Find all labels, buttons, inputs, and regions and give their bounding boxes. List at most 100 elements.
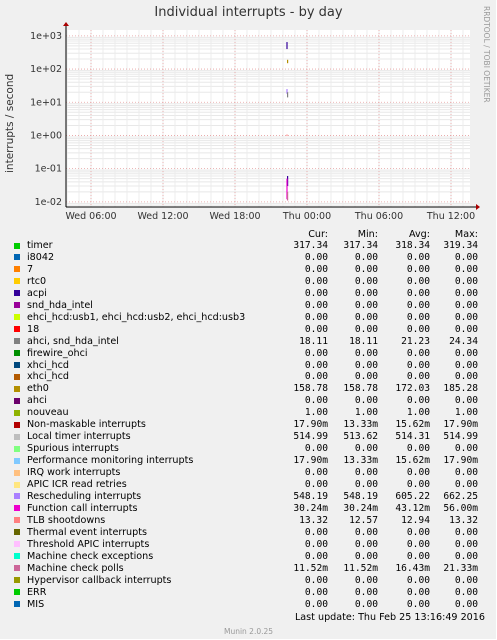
legend-value: 0.00 xyxy=(354,347,378,359)
legend-swatch xyxy=(14,314,20,321)
legend-value: 0.00 xyxy=(454,538,478,550)
legend-series-name: ahci, snd_hda_intel xyxy=(27,335,119,347)
legend-value: 0.00 xyxy=(406,443,430,455)
legend-series-name: rtc0 xyxy=(27,275,47,287)
legend-value: 662.25 xyxy=(443,490,478,502)
legend-swatch xyxy=(14,457,20,464)
legend-series-name: snd_hda_intel xyxy=(27,299,93,311)
legend-value: 0.00 xyxy=(304,275,328,287)
y-tick-label: 1e+03 xyxy=(30,31,62,42)
legend-value: 13.33m xyxy=(343,455,378,467)
legend-value: 0.00 xyxy=(406,323,430,335)
legend-value: 0.00 xyxy=(454,467,478,479)
legend-swatch xyxy=(14,254,20,261)
legend-value: 0.00 xyxy=(354,263,378,275)
legend-series-name: ehci_hcd:usb1, ehci_hcd:usb2, ehci_hcd:u… xyxy=(27,311,246,323)
legend-swatch xyxy=(14,565,20,572)
legend-series-name: xhci_hcd xyxy=(27,359,69,371)
legend-value: 17.90m xyxy=(443,419,478,431)
legend-value: 317.34 xyxy=(293,240,328,251)
legend-swatch xyxy=(14,338,20,345)
legend-value: 1.00 xyxy=(406,407,430,419)
legend-swatch xyxy=(14,553,20,560)
y-tick-label: 1e-02 xyxy=(35,197,62,208)
legend-series-name: Thermal event interrupts xyxy=(27,526,147,538)
legend-value: 0.00 xyxy=(304,323,328,335)
legend-value: 0.00 xyxy=(354,371,378,383)
legend-value: 185.28 xyxy=(443,383,478,395)
legend-value: 11.52m xyxy=(343,562,378,574)
legend-value: 0.00 xyxy=(454,586,478,598)
legend-value: 0.00 xyxy=(454,550,478,562)
legend-value: 0.00 xyxy=(354,574,378,586)
legend-value: 21.33m xyxy=(443,562,478,574)
legend-value: 0.00 xyxy=(304,550,328,562)
legend-swatch xyxy=(14,577,20,584)
legend-value: 15.62m xyxy=(395,455,430,467)
legend-series-name: ahci xyxy=(27,395,47,407)
legend-swatch xyxy=(14,433,20,440)
legend-value: 0.00 xyxy=(454,598,478,610)
legend-value: 605.22 xyxy=(395,490,430,502)
legend-swatch xyxy=(14,397,20,404)
legend-value: 17.90m xyxy=(443,455,478,467)
legend-value: 0.00 xyxy=(406,359,430,371)
legend-value: 0.00 xyxy=(454,347,478,359)
legend-value: 0.00 xyxy=(354,538,378,550)
legend-value: 172.03 xyxy=(395,383,430,395)
legend-value: 514.99 xyxy=(443,431,478,443)
legend-value: 0.00 xyxy=(354,287,378,299)
legend-value: 0.00 xyxy=(304,526,328,538)
legend-value: 12.57 xyxy=(349,514,378,526)
plot-area: 1e+03 1e+02 1e+01 1e+00 1e-01 1e-02Wed 06:00 W… xyxy=(30,22,480,222)
legend-series-name: Rescheduling interrupts xyxy=(27,490,142,502)
legend-series-name: acpi xyxy=(27,287,47,299)
last-update: Last update: Thu Feb 25 13:16:49 2016 xyxy=(294,612,485,623)
legend-value: 0.00 xyxy=(354,479,378,490)
legend-swatch xyxy=(14,266,20,273)
legend-value: 0.00 xyxy=(406,550,430,562)
legend-column-header: Max: xyxy=(454,229,478,240)
legend-swatch xyxy=(14,278,20,285)
legend-value: 0.00 xyxy=(354,299,378,311)
legend-swatch xyxy=(14,601,20,607)
legend-value: 0.00 xyxy=(454,263,478,275)
legend-value: 0.00 xyxy=(406,526,430,538)
legend-swatch xyxy=(14,350,20,357)
legend-value: 0.00 xyxy=(354,443,378,455)
legend-series-name: Machine check polls xyxy=(27,562,124,574)
legend-value: 158.78 xyxy=(293,383,328,395)
legend-swatch xyxy=(14,409,20,416)
legend-series-name: Hypervisor callback interrupts xyxy=(27,574,172,586)
legend-value: 30.24m xyxy=(293,502,328,514)
x-tick-label: Wed 06:00 xyxy=(65,211,116,222)
legend-value: 0.00 xyxy=(454,311,478,323)
legend-value: 12.94 xyxy=(401,514,430,526)
legend-swatch xyxy=(14,445,20,452)
legend-value: 0.00 xyxy=(454,443,478,455)
legend-column-header: Cur: xyxy=(308,229,328,240)
legend-series-name: Spurious interrupts xyxy=(27,443,119,455)
legend-value: 0.00 xyxy=(454,371,478,383)
legend-value: 0.00 xyxy=(304,395,328,407)
x-tick-label: Wed 12:00 xyxy=(137,211,188,222)
legend-swatch xyxy=(14,242,20,249)
legend-value: 0.00 xyxy=(454,299,478,311)
legend-value: 0.00 xyxy=(406,275,430,287)
legend-series-name: xhci_hcd xyxy=(27,371,69,383)
legend-value: 0.00 xyxy=(354,359,378,371)
legend-value: 0.00 xyxy=(304,287,328,299)
legend-swatch xyxy=(14,481,20,488)
legend-value: 1.00 xyxy=(454,407,478,419)
legend-series-name: Function call interrupts xyxy=(27,502,138,514)
legend-value: 0.00 xyxy=(406,467,430,479)
legend-value: 0.00 xyxy=(406,371,430,383)
legend-value: 0.00 xyxy=(454,395,478,407)
munin-version: Munin 2.0.25 xyxy=(223,627,274,636)
legend-value: 0.00 xyxy=(354,323,378,335)
legend-value: 17.90m xyxy=(293,419,328,431)
legend-value: 0.00 xyxy=(304,538,328,550)
legend-swatch xyxy=(14,505,20,512)
legend-value: 43.12m xyxy=(395,502,430,514)
legend-value: 0.00 xyxy=(354,395,378,407)
